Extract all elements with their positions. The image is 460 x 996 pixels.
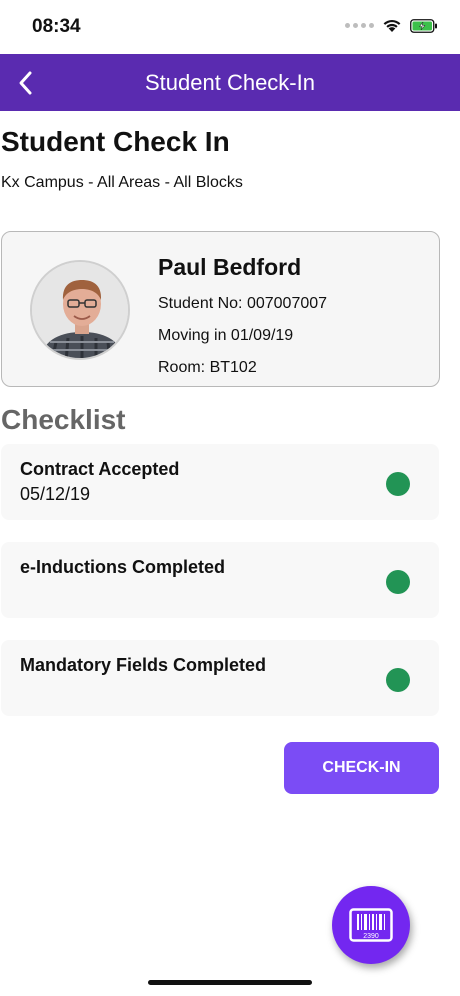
status-time: 08:34 [32, 16, 81, 37]
check-in-button[interactable]: CHECK-IN [284, 742, 439, 794]
checklist-item-mandatory-fields: Mandatory Fields Completed [1, 640, 439, 716]
student-room: Room: BT102 [158, 359, 257, 376]
status-complete-icon [386, 472, 410, 496]
status-icons [345, 18, 438, 33]
checklist-item-contract: Contract Accepted 05/12/19 [1, 444, 439, 520]
signal-icon [345, 23, 374, 28]
app-bar: Student Check-In [0, 54, 460, 111]
student-photo [32, 262, 128, 358]
status-bar: 08:34 [0, 0, 460, 54]
barcode-scan-icon: 2390 [349, 908, 393, 942]
battery-charging-icon [410, 18, 437, 33]
home-indicator [148, 980, 312, 985]
scan-barcode-button[interactable]: 2390 [332, 886, 410, 964]
app-bar-title: Student Check-In [145, 70, 315, 95]
status-complete-icon [386, 570, 410, 594]
checklist-item-inductions: e-Inductions Completed [1, 542, 439, 618]
wifi-icon [383, 19, 401, 32]
page-subtitle: Kx Campus - All Areas - All Blocks [1, 174, 243, 191]
barcode-digits: 2390 [363, 933, 379, 940]
checklist-item-title: e-Inductions Completed [20, 557, 226, 577]
page-title: Student Check In [1, 126, 230, 157]
avatar [30, 260, 130, 360]
student-number: Student No: 007007007 [158, 295, 328, 312]
checklist-item-date: 05/12/19 [20, 484, 91, 504]
checklist-item-title: Mandatory Fields Completed [20, 655, 267, 675]
student-card: Paul Bedford Student No: 007007007 Movin… [1, 231, 440, 387]
student-moving-in: Moving in 01/09/19 [158, 327, 294, 344]
checklist-item-title: Contract Accepted [20, 459, 180, 479]
student-name: Paul Bedford [158, 254, 302, 280]
status-complete-icon [386, 668, 410, 692]
checklist-heading: Checklist [1, 404, 126, 435]
